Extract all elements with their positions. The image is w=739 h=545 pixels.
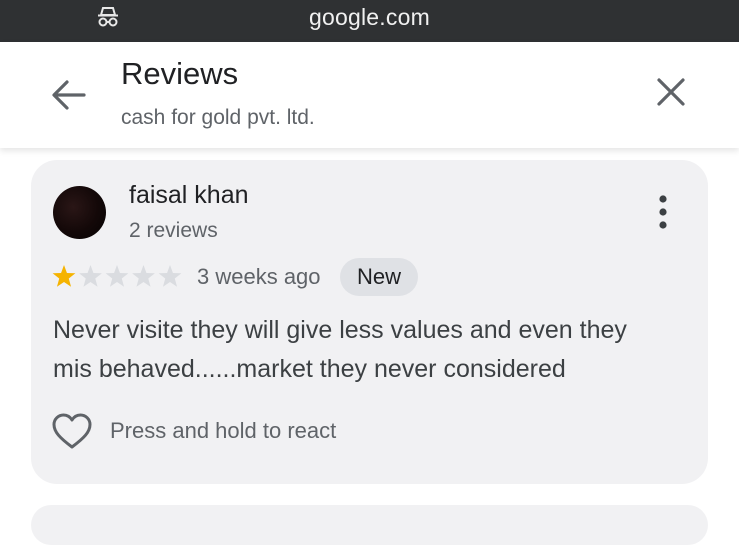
avatar[interactable] [53,186,106,239]
star-filled-icon [52,265,76,287]
url-text[interactable]: google.com [0,4,739,31]
next-review-card [31,505,708,545]
star-empty-icon [132,265,155,287]
star-empty-icon [79,265,102,287]
review-text-line-2: mis behaved......market they never consi… [53,355,566,383]
heart-outline-icon[interactable] [51,412,93,452]
review-time: 3 weeks ago [197,264,321,289]
star-empty-icon [105,265,129,287]
star-empty-icon [158,265,182,287]
reviews-header [0,42,739,148]
reviewer-review-count: 2 reviews [129,219,218,242]
star-rating [52,265,182,287]
react-label[interactable]: Press and hold to react [110,418,336,444]
review-text: Never visite they will give less values … [53,311,683,389]
more-vert-icon[interactable] [646,193,680,231]
reviewer-name[interactable]: faisal khan [129,181,249,210]
business-name: cash for gold pvt. ltd. [121,106,315,129]
close-icon[interactable] [653,74,689,110]
browser-url-bar[interactable]: google.com [0,0,739,42]
page-title: Reviews [121,56,239,91]
review-text-line-1: Never visite they will give less values … [53,316,627,344]
arrow-back-icon[interactable] [50,78,88,112]
new-badge: New [340,258,418,296]
